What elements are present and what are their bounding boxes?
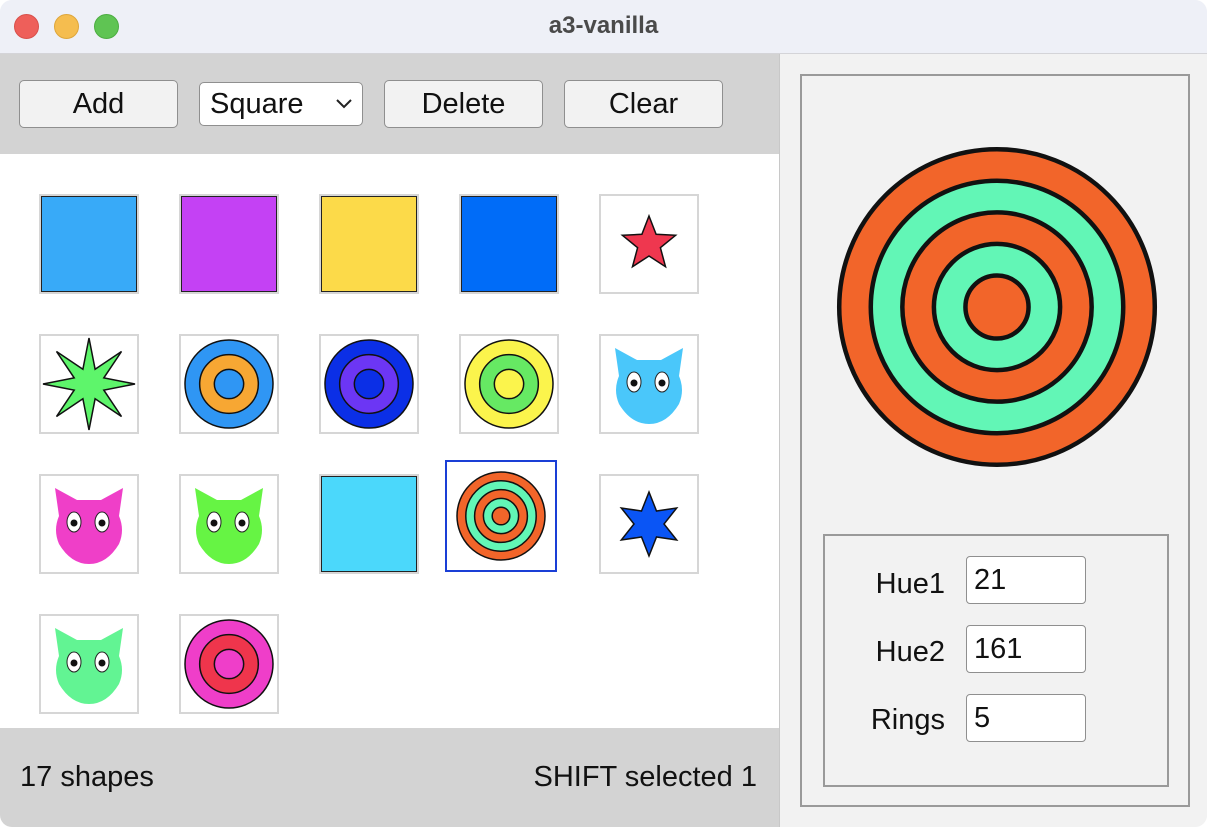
rings-label: Rings <box>870 704 945 736</box>
shape-item[interactable] <box>319 474 419 574</box>
square-shape <box>461 196 557 292</box>
hue1-label: Hue1 <box>875 568 945 600</box>
hue1-input[interactable] <box>966 556 1086 604</box>
app-window: a3-vanilla Add Square Delete Clear 17 sh… <box>0 0 1207 827</box>
shape-item[interactable] <box>599 194 699 294</box>
shape-item[interactable] <box>319 334 419 434</box>
shape-type-select[interactable]: Square <box>199 82 363 126</box>
rings-input[interactable] <box>966 694 1086 742</box>
square-shape <box>181 196 277 292</box>
shape-item[interactable] <box>39 194 139 294</box>
properties-box: Hue1 Hue2 Rings <box>823 534 1169 787</box>
editor-panel: Add Square Delete Clear 17 shapes SHIFT … <box>0 54 779 827</box>
target-shape-icon <box>184 619 274 709</box>
cat-face-icon <box>55 628 123 704</box>
shape-item[interactable] <box>319 194 419 294</box>
shape-item-selected[interactable] <box>445 460 557 572</box>
toolbar: Add Square Delete Clear <box>0 54 779 154</box>
shape-preview: Hue1 Hue2 Rings <box>800 74 1190 807</box>
shape-item[interactable] <box>39 474 139 574</box>
shape-item[interactable] <box>179 614 279 714</box>
cat-face-icon <box>615 348 683 424</box>
target-preview-icon <box>836 146 1158 468</box>
property-panel: Hue1 Hue2 Rings <box>779 54 1207 827</box>
shape-item[interactable] <box>39 614 139 714</box>
square-shape <box>41 196 137 292</box>
cat-face-icon <box>195 488 263 564</box>
cat-face-icon <box>55 488 123 564</box>
title-bar: a3-vanilla <box>0 0 1207 54</box>
window-title: a3-vanilla <box>548 12 659 39</box>
status-bar: 17 shapes SHIFT selected 1 <box>0 728 779 827</box>
shape-type-value: Square <box>210 87 304 120</box>
shape-item[interactable] <box>179 194 279 294</box>
chevron-down-icon <box>336 99 352 109</box>
hue2-label: Hue2 <box>875 636 945 668</box>
shape-item[interactable] <box>599 334 699 434</box>
target-shape-icon <box>456 471 546 561</box>
shape-item[interactable] <box>459 194 559 294</box>
add-button[interactable]: Add <box>19 80 178 128</box>
target-shape-icon <box>184 339 274 429</box>
target-shape-icon <box>464 339 554 429</box>
square-shape <box>321 196 417 292</box>
shape-grid[interactable] <box>0 154 779 728</box>
shape-item[interactable] <box>179 334 279 434</box>
shape-item[interactable] <box>39 334 139 434</box>
hue2-input[interactable] <box>966 625 1086 673</box>
star-shape-icon <box>620 213 678 269</box>
delete-button[interactable]: Delete <box>384 80 543 128</box>
star-shape-icon <box>42 337 136 431</box>
square-shape <box>321 476 417 572</box>
target-shape-icon <box>324 339 414 429</box>
shape-item[interactable] <box>599 474 699 574</box>
selection-status: SHIFT selected 1 <box>533 761 757 793</box>
shape-item[interactable] <box>179 474 279 574</box>
clear-button[interactable]: Clear <box>564 80 723 128</box>
shape-item[interactable] <box>459 334 559 434</box>
shape-count: 17 shapes <box>20 761 154 793</box>
star-shape-icon <box>619 489 679 559</box>
